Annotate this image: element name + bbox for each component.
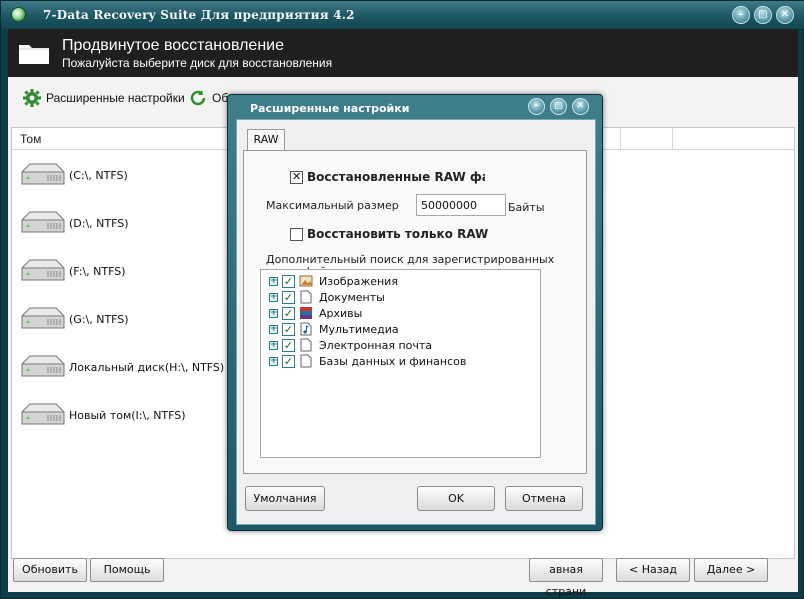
- title-bar[interactable]: 7-Data Recovery Suite Для предприятия 4.…: [1, 1, 804, 29]
- email-icon: [299, 338, 313, 352]
- expand-icon[interactable]: +: [269, 340, 278, 350]
- tree-item[interactable]: + ✓ Базы данных и финансов: [269, 353, 466, 369]
- defaults-button[interactable]: Умолчания: [245, 486, 325, 511]
- tree-item-label: Документы: [319, 290, 385, 304]
- max-size-input[interactable]: 50000000: [416, 194, 506, 216]
- tree-item[interactable]: + ✓ Изображения: [269, 273, 398, 289]
- drive-label: (F:\, NTFS): [69, 264, 126, 278]
- only-raw-label: Восстановить только RAW фай: [307, 227, 489, 241]
- list-item[interactable]: (F:\, NTFS): [18, 254, 126, 288]
- list-item[interactable]: Новый том(I:\, NTFS): [18, 398, 186, 432]
- dialog-minimize-button[interactable]: –: [528, 98, 545, 115]
- tree-item[interactable]: + ✓ Архивы: [269, 305, 362, 321]
- cancel-button[interactable]: Отмена: [505, 486, 583, 511]
- back-button[interactable]: < Назад: [616, 558, 690, 582]
- advanced-settings-button[interactable]: Расширенные настройки: [22, 87, 185, 109]
- document-icon: [299, 290, 313, 304]
- tree-checkbox[interactable]: ✓: [282, 290, 295, 304]
- hard-drive-icon: [21, 163, 65, 185]
- page-title: Продвинутое восстановление: [62, 37, 284, 54]
- recovered-raw-label: Восстановленные RAW файлы: [307, 170, 485, 184]
- tree-checkbox[interactable]: ✓: [282, 338, 295, 352]
- drive-label: (C:\, NTFS): [69, 168, 128, 182]
- tree-checkbox[interactable]: ✓: [282, 322, 295, 336]
- drive-label: Новый том(I:\, NTFS): [69, 408, 186, 422]
- ok-button[interactable]: OK: [417, 486, 495, 511]
- close-button[interactable]: ✕: [776, 6, 794, 24]
- file-types-tree[interactable]: + ✓ Изображения + ✓ Документы + ✓ Архивы + ✓ Мульти…: [260, 269, 541, 458]
- page-subtitle: Пожалуйста выберите диск для восстановле…: [62, 56, 333, 70]
- tree-item[interactable]: + ✓ Электронная почта: [269, 337, 432, 353]
- page-header: Продвинутое восстановление Пожалуйста вы…: [8, 29, 798, 77]
- tab-panel-raw: Восстановленные RAW файлы Максимальный р…: [243, 150, 587, 474]
- hard-drive-icon: [21, 211, 65, 233]
- dialog-title: Расширенные настройки: [250, 102, 410, 115]
- music-icon: [299, 322, 313, 336]
- dialog-maximize-button[interactable]: □: [550, 98, 567, 115]
- refresh-toolbar-button[interactable]: Об: [188, 87, 228, 109]
- advanced-settings-label: Расширенные настройки: [46, 91, 185, 105]
- drive-label: (G:\, NTFS): [69, 312, 129, 326]
- hard-drive-icon: [21, 403, 65, 425]
- only-raw-checkbox[interactable]: [290, 228, 303, 241]
- dialog-body: RAW Восстановленные RAW файлы Максимальн…: [236, 119, 596, 525]
- tab-raw[interactable]: RAW: [247, 129, 285, 151]
- list-item[interactable]: (D:\, NTFS): [18, 206, 129, 240]
- expand-icon[interactable]: +: [269, 308, 278, 318]
- tree-item[interactable]: + ✓ Мультимедиа: [269, 321, 399, 337]
- minimize-button[interactable]: –: [732, 6, 750, 24]
- advanced-settings-dialog: Расширенные настройки – □ ✕ RAW Восстано…: [227, 94, 603, 531]
- tree-item-label: Электронная почта: [319, 338, 433, 352]
- recovered-raw-checkbox[interactable]: [290, 170, 303, 184]
- database-icon: [299, 354, 313, 368]
- tree-item-label: Архивы: [319, 306, 363, 320]
- max-size-label: Максимальный размер: [266, 199, 399, 212]
- hard-drive-icon: [21, 307, 65, 329]
- image-icon: [299, 274, 313, 288]
- list-item[interactable]: Локальный диск(H:\, NTFS): [18, 350, 224, 384]
- expand-icon[interactable]: +: [269, 356, 278, 366]
- window-title: 7-Data Recovery Suite Для предприятия 4.…: [43, 8, 355, 22]
- refresh-icon: [190, 90, 206, 106]
- column-divider: [672, 128, 673, 150]
- tree-item-label: Мультимедиа: [319, 322, 399, 336]
- drive-label: Локальный диск(H:\, NTFS): [69, 360, 225, 374]
- list-item[interactable]: (G:\, NTFS): [18, 302, 129, 336]
- folder-icon: [19, 45, 49, 64]
- tree-item[interactable]: + ✓ Документы: [269, 289, 385, 305]
- hard-drive-icon: [21, 355, 65, 377]
- column-header-volume[interactable]: Том: [20, 132, 41, 146]
- maximize-button[interactable]: □: [754, 6, 772, 24]
- tree-checkbox[interactable]: ✓: [282, 354, 295, 368]
- tree-checkbox[interactable]: ✓: [282, 306, 295, 320]
- help-button[interactable]: Помощь: [90, 558, 164, 582]
- column-divider: [620, 128, 621, 150]
- tree-checkbox[interactable]: ✓: [282, 274, 295, 288]
- refresh-button[interactable]: Обновить: [13, 558, 87, 582]
- gear-icon: [23, 89, 41, 107]
- hard-drive-icon: [21, 259, 65, 281]
- tree-item-label: Базы данных и финансов: [319, 354, 467, 368]
- archive-icon: [299, 306, 313, 320]
- next-button[interactable]: Далее >: [694, 558, 768, 582]
- home-button[interactable]: авная страни: [529, 558, 603, 598]
- refresh-toolbar-label: Об: [212, 91, 229, 105]
- tree-item-label: Изображения: [319, 274, 398, 288]
- expand-icon[interactable]: +: [269, 292, 278, 302]
- expand-icon[interactable]: +: [269, 276, 278, 286]
- list-item[interactable]: (C:\, NTFS): [18, 158, 128, 192]
- app-icon: [11, 7, 26, 22]
- drive-label: (D:\, NTFS): [69, 216, 129, 230]
- expand-icon[interactable]: +: [269, 324, 278, 334]
- dialog-close-button[interactable]: ✕: [572, 98, 589, 115]
- max-size-unit: Байты: [508, 201, 545, 214]
